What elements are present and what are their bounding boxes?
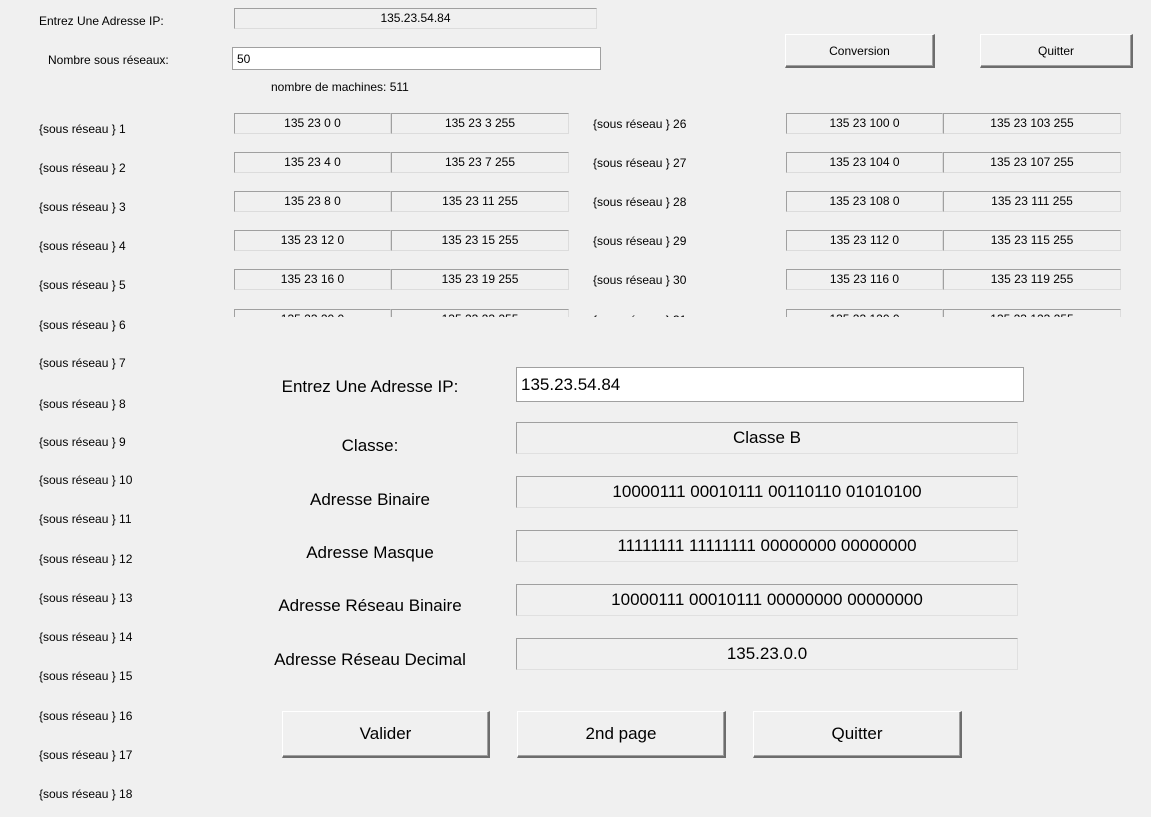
binary-address-value: 10000111 00010111 00110110 01010100 (516, 476, 1018, 508)
subnet-end-26: 135 23 103 255 (943, 113, 1121, 134)
subnet-end-3: 135 23 11 255 (391, 191, 569, 212)
subnet-end-6: 135 23 23 255 (391, 309, 569, 317)
binary-address-label: Adresse Binaire (309, 490, 430, 509)
subnet-start-30: 135 23 116 0 (786, 269, 943, 290)
second-page-button[interactable]: 2nd page (517, 711, 726, 758)
subnet-start-31: 135 23 120 0 (786, 309, 943, 317)
network-binary-value: 10000111 00010111 00000000 00000000 (516, 584, 1018, 616)
network-decimal-value: 135.23.0.0 (516, 638, 1018, 670)
subnet-end-2: 135 23 7 255 (391, 152, 569, 173)
subnet-label-1: {sous réseau } 1 (39, 122, 126, 136)
subnet-end-1: 135 23 3 255 (391, 113, 569, 134)
subnet-label-31: {sous réseau } 31 (593, 313, 686, 317)
subnet-label-3: {sous réseau } 3 (39, 200, 126, 214)
subnet-start-2: 135 23 4 0 (234, 152, 391, 173)
subnet-label-18: {sous réseau } 18 (39, 787, 133, 801)
subnet-end-30: 135 23 119 255 (943, 269, 1121, 290)
subnet-label-10: {sous réseau } 10 (39, 473, 133, 487)
subnet-label-17: {sous réseau } 17 (39, 748, 133, 762)
subnet-end-5: 135 23 19 255 (391, 269, 569, 290)
subnet-end-28: 135 23 111 255 (943, 191, 1121, 212)
subnet-end-31: 135 23 123 255 (943, 309, 1121, 317)
subnet-label-11: {sous réseau } 11 (39, 512, 132, 526)
subnet-start-4: 135 23 12 0 (234, 230, 391, 251)
subnet-label-14: {sous réseau } 14 (39, 630, 133, 644)
subnet-start-26: 135 23 100 0 (786, 113, 943, 134)
subnet-label-4: {sous réseau } 4 (39, 239, 126, 253)
subnet-label-12: {sous réseau } 12 (39, 552, 133, 566)
subnet-start-27: 135 23 104 0 (786, 152, 943, 173)
overlay-ip-label: Entrez Une Adresse IP: (281, 377, 459, 396)
mask-address-value: 11111111 11111111 00000000 00000000 (516, 530, 1018, 562)
subnet-start-5: 135 23 16 0 (234, 269, 391, 290)
subnet-label-7: {sous réseau } 7 (39, 356, 126, 370)
subnet-start-1: 135 23 0 0 (234, 113, 391, 134)
mask-address-label: Adresse Masque (306, 543, 434, 562)
subnet-label-27: {sous réseau } 27 (593, 156, 687, 170)
subnet-end-4: 135 23 15 255 (391, 230, 569, 251)
subnet-start-3: 135 23 8 0 (234, 191, 391, 212)
subnet-label-5: {sous réseau } 5 (39, 278, 126, 292)
network-decimal-label: Adresse Réseau Decimal (274, 650, 466, 669)
subnet-end-29: 135 23 115 255 (943, 230, 1121, 251)
subnet-label-16: {sous réseau } 16 (39, 709, 133, 723)
subnet-ranges-panel: 135 23 0 0 135 23 3 255 135 23 4 0 135 23 7… (0, 0, 1151, 317)
subnet-start-29: 135 23 112 0 (786, 230, 943, 251)
subnet-label-30: {sous réseau } 30 (593, 273, 687, 287)
subnet-label-9: {sous réseau } 9 (39, 435, 126, 449)
network-binary-label: Adresse Réseau Binaire (278, 596, 462, 615)
subnet-label-15: {sous réseau } 15 (39, 669, 133, 683)
subnet-label-6: {sous réseau } 6 (39, 318, 126, 332)
subnet-start-28: 135 23 108 0 (786, 191, 943, 212)
subnet-end-27: 135 23 107 255 (943, 152, 1121, 173)
validate-button[interactable]: Valider (282, 711, 490, 758)
class-label: Classe: (341, 436, 399, 455)
subnet-label-2: {sous réseau } 2 (39, 161, 126, 175)
subnet-label-13: {sous réseau } 13 (39, 591, 133, 605)
quit-button[interactable]: Quitter (753, 711, 962, 758)
subnet-label-26: {sous réseau } 26 (593, 117, 687, 131)
overlay-ip-input[interactable] (516, 367, 1024, 402)
class-value: Classe B (516, 422, 1018, 454)
subnet-start-6: 135 23 20 0 (234, 309, 391, 317)
subnet-label-8: {sous réseau } 8 (39, 397, 126, 411)
subnet-label-29: {sous réseau } 29 (593, 234, 687, 248)
subnet-label-28: {sous réseau } 28 (593, 195, 687, 209)
